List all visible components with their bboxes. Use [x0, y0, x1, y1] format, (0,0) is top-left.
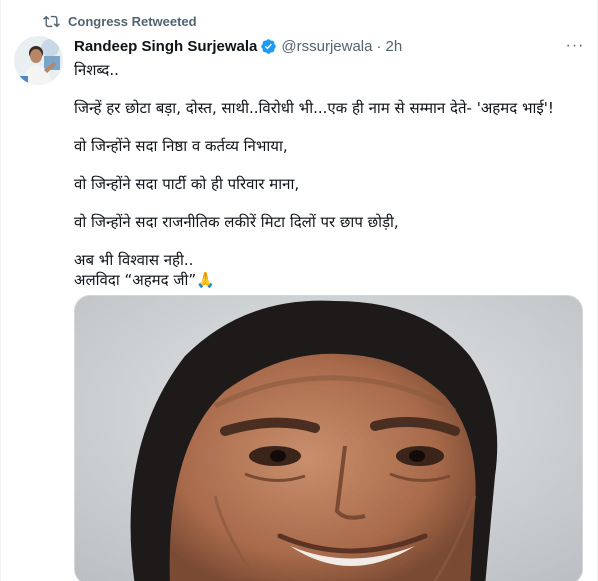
tweet-line: अलविदा “अहमद जी”🙏 — [74, 271, 215, 289]
tweet-line: जिन्हें हर छोटा बड़ा, दोस्त, साथी..विरोध… — [74, 99, 554, 117]
tweet-line: वो जिन्होंने सदा निष्ठा व कर्तव्य निभाया… — [74, 137, 288, 155]
social-context-label: Congress Retweeted — [68, 13, 197, 29]
tweet-line: वो जिन्होंने सदा पार्टी को ही परिवार मान… — [74, 175, 300, 193]
tweet-line: निशब्द.. — [74, 61, 119, 79]
social-context[interactable]: Congress Retweeted — [43, 12, 197, 30]
tweet-timestamp[interactable]: 2h — [385, 38, 402, 55]
tweet-text: निशब्द.. जिन्हें हर छोटा बड़ा, दोस्त, सा… — [74, 60, 585, 290]
tweet[interactable]: Congress Retweeted Randeep Singh Surjewa… — [0, 0, 598, 581]
tweet-line: अब भी विश्वास नही.. — [74, 251, 194, 269]
author-name[interactable]: Randeep Singh Surjewala — [74, 38, 257, 55]
tweet-media-photo[interactable] — [74, 295, 583, 581]
avatar[interactable] — [14, 36, 63, 85]
portrait-photo — [75, 296, 582, 581]
more-options-icon[interactable]: ··· — [565, 36, 585, 56]
author-handle[interactable]: @rssurjewala — [281, 38, 372, 55]
avatar-image — [14, 36, 63, 85]
retweet-icon — [43, 15, 60, 27]
tweet-line: वो जिन्होंने सदा राजनीतिक लकीरें मिटा दि… — [74, 213, 399, 231]
tweet-header: Randeep Singh Surjewala @rssurjewala · 2… — [74, 36, 585, 56]
verified-badge-icon — [261, 38, 277, 54]
separator-dot: · — [376, 37, 382, 55]
